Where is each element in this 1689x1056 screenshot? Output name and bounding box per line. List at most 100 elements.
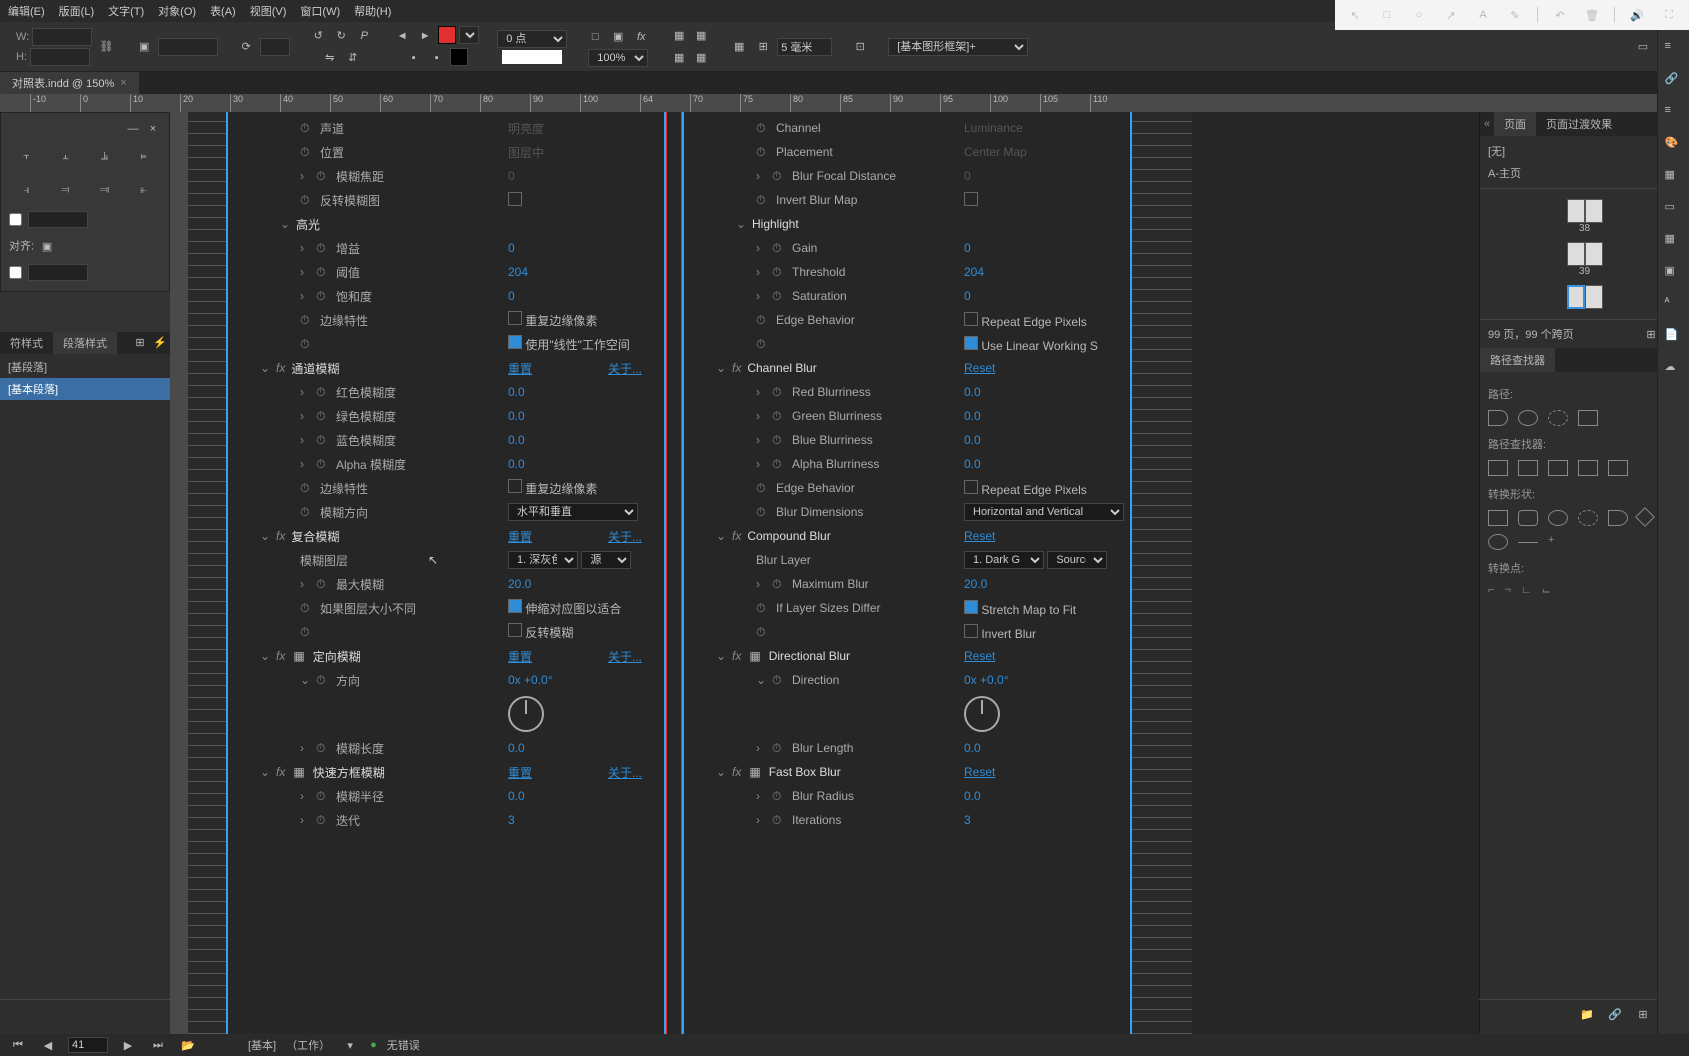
stroke-style[interactable] bbox=[502, 50, 562, 64]
val-blurlen[interactable]: 0.0 bbox=[964, 741, 981, 755]
align-top-icon[interactable]: ⫠ bbox=[55, 145, 77, 167]
val-red-cn[interactable]: 0.0 bbox=[508, 385, 525, 399]
menu-object[interactable]: 对象(O) bbox=[158, 3, 196, 19]
wrap2-icon[interactable]: ▦ bbox=[691, 26, 711, 46]
last-page-icon[interactable]: ⏭ bbox=[148, 1035, 168, 1055]
fx2-icon[interactable]: ▣ bbox=[608, 27, 628, 47]
val-threshold-cn[interactable]: 204 bbox=[508, 265, 528, 279]
trash-icon[interactable]: 🗑 bbox=[1582, 5, 1602, 25]
use-spacing-cb[interactable] bbox=[9, 213, 22, 226]
style-item-basic[interactable]: [基段落] bbox=[0, 356, 170, 378]
spacing2-input[interactable] bbox=[28, 264, 88, 281]
stroke-weight[interactable]: 0 点 bbox=[497, 30, 567, 48]
tw-highlight[interactable]: ⌄ bbox=[280, 217, 290, 231]
folder-icon[interactable]: 📁 bbox=[1577, 1004, 1597, 1024]
anchor-4[interactable]: ⌙ bbox=[1542, 584, 1551, 597]
stroke-icon[interactable]: ≡ bbox=[1665, 104, 1683, 122]
scale-icon[interactable]: ▣ bbox=[134, 37, 154, 57]
first-page-icon[interactable]: ⏮ bbox=[8, 1035, 28, 1055]
para-styles-tab[interactable]: 段落样式 bbox=[53, 332, 117, 354]
path-join[interactable] bbox=[1488, 410, 1508, 426]
cb-iflayer-en[interactable] bbox=[964, 600, 978, 614]
cb-edge[interactable] bbox=[508, 311, 522, 325]
shape-poly[interactable] bbox=[1488, 534, 1508, 550]
dropdown-icon[interactable]: ▾ bbox=[340, 1035, 360, 1055]
page-input[interactable] bbox=[68, 1037, 108, 1053]
links-icon[interactable]: 🔗 bbox=[1665, 72, 1683, 90]
anchor-3[interactable]: ∟ bbox=[1521, 584, 1532, 597]
flip-v-icon[interactable]: ⇵ bbox=[343, 48, 363, 68]
val-alpha-cn[interactable]: 0.0 bbox=[508, 457, 525, 471]
sound-icon[interactable]: 🔊 bbox=[1627, 5, 1647, 25]
menu-table[interactable]: 表(A) bbox=[210, 3, 236, 19]
dist-bottom-icon[interactable]: ⫦ bbox=[133, 179, 155, 201]
pathfinder-tab[interactable]: 路径查找器 bbox=[1480, 348, 1555, 372]
shape-plus[interactable]: + bbox=[1548, 534, 1554, 550]
fill-menu[interactable] bbox=[459, 26, 479, 44]
align-hcenter-icon[interactable]: ⫡ bbox=[94, 145, 116, 167]
color-icon[interactable]: 🎨 bbox=[1665, 136, 1683, 154]
cb-invert-en[interactable] bbox=[964, 624, 978, 638]
open-icon[interactable]: 📂 bbox=[178, 1035, 198, 1055]
sel-blurlayer-cn[interactable]: 1. 深灰色 bbox=[508, 551, 578, 569]
text-icon[interactable]: A bbox=[1473, 5, 1493, 25]
pf-intersect[interactable] bbox=[1548, 460, 1568, 476]
shape-inverse[interactable] bbox=[1608, 510, 1628, 526]
val-direction[interactable]: 0x +0.0° bbox=[964, 673, 1009, 687]
link-icon[interactable]: ⛓ bbox=[96, 37, 116, 57]
page-thumb-39[interactable] bbox=[1567, 242, 1585, 266]
val-iter-cn[interactable]: 3 bbox=[508, 813, 515, 827]
menu-edit[interactable]: 编辑(E) bbox=[8, 3, 45, 19]
pf-exclude[interactable] bbox=[1578, 460, 1598, 476]
align-to-icon[interactable]: ▣ bbox=[37, 236, 57, 256]
val-green-cn[interactable]: 0.0 bbox=[508, 409, 525, 423]
cursor-icon[interactable]: ↖ bbox=[1345, 5, 1365, 25]
rotate-ccw-icon[interactable]: ↺ bbox=[308, 26, 328, 46]
direction-knob[interactable] bbox=[964, 696, 1000, 732]
p-icon[interactable]: P bbox=[354, 26, 374, 46]
glyphs-icon[interactable]: ᴬ bbox=[1665, 296, 1683, 314]
val-iter[interactable]: 3 bbox=[964, 813, 971, 827]
undo-icon[interactable]: ↶ bbox=[1550, 5, 1570, 25]
clear-override-icon[interactable]: ⚡ bbox=[150, 332, 170, 352]
arrow-l-icon[interactable]: ◄ bbox=[392, 26, 412, 46]
ref-point-icon[interactable]: ⊡ bbox=[850, 37, 870, 57]
arrow-icon[interactable]: ↗ bbox=[1441, 5, 1461, 25]
pf-subtract[interactable] bbox=[1518, 460, 1538, 476]
anchor-1[interactable]: ⌐ bbox=[1488, 584, 1494, 597]
val-sat[interactable]: 0 bbox=[964, 289, 971, 303]
width-input[interactable] bbox=[32, 28, 92, 46]
val-gain-cn[interactable]: 0 bbox=[508, 241, 515, 255]
page-thumb-38[interactable] bbox=[1567, 199, 1585, 223]
cb-linear-en[interactable] bbox=[964, 336, 978, 350]
object-styles-icon[interactable]: ▣ bbox=[1665, 264, 1683, 282]
menu-view[interactable]: 视图(V) bbox=[250, 3, 287, 19]
prev-page-icon[interactable]: ◀ bbox=[38, 1035, 58, 1055]
shape-ellipse[interactable] bbox=[1548, 510, 1568, 526]
val-sat-cn[interactable]: 0 bbox=[508, 289, 515, 303]
object-style-select[interactable]: [基本图形框架]+ bbox=[888, 38, 1028, 56]
view-mode[interactable]: [基本] bbox=[248, 1037, 276, 1053]
preflight-status[interactable]: 无错误 bbox=[387, 1037, 420, 1053]
wrap3-icon[interactable]: ▦ bbox=[669, 48, 689, 68]
val-red[interactable]: 0.0 bbox=[964, 385, 981, 399]
link2-icon[interactable]: 🔗 bbox=[1605, 1004, 1625, 1024]
sel-blurdim[interactable]: Horizontal and Vertical bbox=[964, 503, 1124, 521]
about-link-cn[interactable]: 关于... bbox=[608, 360, 642, 377]
reset-link[interactable]: Reset bbox=[964, 361, 995, 375]
height-input[interactable] bbox=[30, 48, 90, 66]
rotate-icon[interactable]: ⟳ bbox=[236, 37, 256, 57]
page-thumb-current[interactable] bbox=[1567, 285, 1585, 309]
effects-icon[interactable]: ▦ bbox=[1665, 232, 1683, 250]
next-page-icon[interactable]: ▶ bbox=[118, 1035, 138, 1055]
panel-min-icon[interactable]: — bbox=[123, 119, 143, 139]
sel-blursrc[interactable]: Source bbox=[1047, 551, 1107, 569]
pages-tab[interactable]: 页面 bbox=[1494, 112, 1536, 136]
cc-icon[interactable]: ☁ bbox=[1665, 360, 1683, 378]
new-icon[interactable]: ⊞ bbox=[1633, 1004, 1653, 1024]
align-bottom-icon[interactable]: ⫢ bbox=[133, 145, 155, 167]
val-blurlen-cn[interactable]: 0.0 bbox=[508, 741, 525, 755]
shape-line[interactable] bbox=[1518, 542, 1538, 543]
style-item-basic-para[interactable]: [基本段落] bbox=[0, 378, 170, 400]
menu-window[interactable]: 窗口(W) bbox=[300, 3, 340, 19]
